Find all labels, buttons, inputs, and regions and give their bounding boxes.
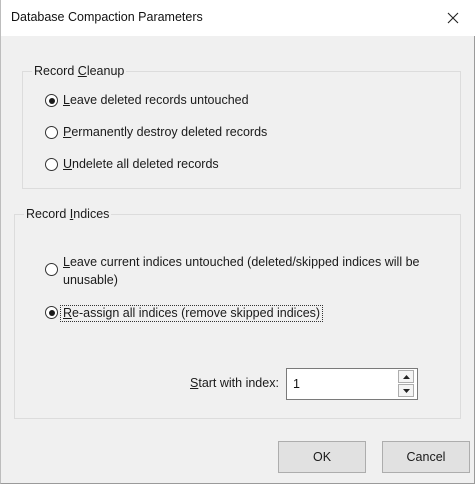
undelete-option[interactable]: Undelete all deleted records — [45, 157, 219, 172]
spin-down-button[interactable] — [398, 384, 414, 397]
reassign-indices-label: Re-assign all indices (remove skipped in… — [60, 305, 324, 322]
dialog-title: Database Compaction Parameters — [11, 10, 203, 24]
ok-button[interactable]: OK — [278, 441, 366, 473]
spin-up-button[interactable] — [398, 370, 414, 383]
cancel-button[interactable]: Cancel — [382, 441, 470, 473]
leave-deleted-radio[interactable] — [45, 94, 58, 107]
close-button[interactable] — [431, 0, 475, 36]
destroy-deleted-option[interactable]: Permanently destroy deleted records — [45, 125, 267, 140]
spinner-buttons — [398, 370, 416, 398]
cancel-button-label: Cancel — [406, 450, 446, 464]
compaction-dialog: Database Compaction Parameters Record Cl… — [0, 0, 475, 484]
record-cleanup-legend: Record Cleanup — [32, 64, 127, 78]
destroy-deleted-label: Permanently destroy deleted records — [63, 125, 268, 139]
leave-indices-label: Leave current indices untouched (deleted… — [63, 255, 420, 287]
arrow-up-icon — [402, 374, 410, 379]
leave-indices-option[interactable]: Leave current indices untouched (deleted… — [45, 253, 419, 289]
leave-deleted-label: Leave deleted records untouched — [63, 93, 249, 107]
leave-deleted-option[interactable]: Leave deleted records untouched — [45, 93, 249, 108]
undelete-label: Undelete all deleted records — [63, 157, 219, 171]
arrow-down-icon — [402, 388, 410, 393]
record-indices-legend: Record Indices — [24, 207, 112, 221]
destroy-deleted-radio[interactable] — [45, 126, 58, 139]
undelete-radio[interactable] — [45, 158, 58, 171]
ok-button-label: OK — [312, 450, 332, 464]
start-index-spinner — [286, 368, 418, 400]
reassign-indices-radio[interactable] — [45, 306, 58, 319]
title-bar: Database Compaction Parameters — [1, 0, 475, 36]
start-index-label: Start with index: — [190, 376, 279, 390]
start-index-input[interactable] — [287, 369, 397, 399]
reassign-indices-option[interactable]: Re-assign all indices (remove skipped in… — [45, 305, 324, 322]
leave-indices-radio[interactable] — [45, 263, 58, 276]
close-icon — [447, 12, 459, 24]
